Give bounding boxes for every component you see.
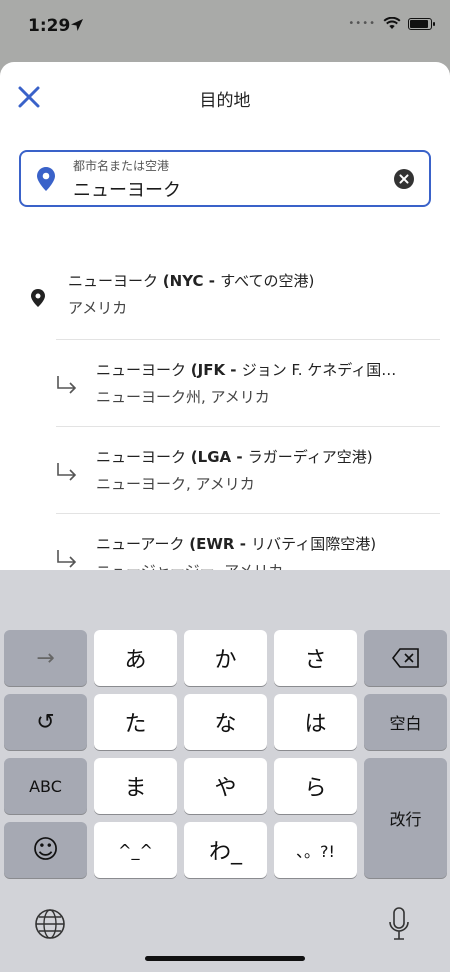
key-punctuation[interactable]: 、。?!	[274, 822, 357, 878]
status-bar: 1:29 ••••	[0, 0, 450, 62]
microphone-icon[interactable]	[388, 906, 410, 942]
wifi-icon	[383, 17, 401, 29]
divider	[56, 339, 440, 340]
key-a[interactable]: あ	[94, 630, 177, 686]
backspace-icon	[391, 648, 419, 668]
key-wa[interactable]: わ_	[184, 822, 267, 878]
space-key[interactable]: 空白	[364, 694, 447, 750]
map-pin-icon	[37, 167, 55, 191]
key-ya[interactable]: や	[184, 758, 267, 814]
result-subtitle: アメリカ	[68, 299, 128, 317]
key-ma[interactable]: ま	[94, 758, 177, 814]
japanese-keyboard: → あ か さ ↺ た な は 空白 ABC ま や ら 改行 ☺ ^_^ わ_…	[0, 570, 450, 972]
result-item-nyc[interactable]: ニューヨーク (NYC - すべての空港) アメリカ	[0, 270, 450, 330]
divider	[56, 426, 440, 427]
key-kaomoji[interactable]: ^_^	[94, 822, 177, 878]
result-item-ewr[interactable]: ニューアーク (EWR - リバティ国際空港) ニュージャージー, アメリカ	[0, 513, 450, 570]
sub-arrow-icon	[57, 376, 77, 394]
key-arrow[interactable]: →	[4, 630, 87, 686]
emoji-key[interactable]: ☺	[4, 822, 87, 878]
key-ra[interactable]: ら	[274, 758, 357, 814]
result-title: ニューアーク (EWR - リバティ国際空港)	[96, 535, 377, 553]
home-indicator	[145, 956, 305, 961]
battery-icon	[408, 17, 435, 30]
enter-key[interactable]: 改行	[364, 758, 447, 878]
result-item-jfk[interactable]: ニューヨーク (JFK - ジョン F. ケネディ国… ニューヨーク州, アメリ…	[0, 339, 450, 427]
result-title: ニューヨーク (LGA - ラガーディア空港)	[96, 448, 373, 466]
search-value[interactable]: ニューヨーク	[73, 176, 181, 202]
result-item-lga[interactable]: ニューヨーク (LGA - ラガーディア空港) ニューヨーク, アメリカ	[0, 426, 450, 514]
signal-icon: ••••	[348, 18, 376, 29]
key-ha[interactable]: は	[274, 694, 357, 750]
result-title: ニューヨーク (NYC - すべての空港)	[68, 272, 315, 290]
status-time: 1:29	[28, 16, 71, 36]
key-ka[interactable]: か	[184, 630, 267, 686]
key-sa[interactable]: さ	[274, 630, 357, 686]
backspace-key[interactable]	[364, 630, 447, 686]
sub-arrow-icon	[57, 463, 77, 481]
undo-key[interactable]: ↺	[4, 694, 87, 750]
clear-icon[interactable]	[394, 169, 414, 189]
page-title: 目的地	[199, 91, 251, 111]
search-input[interactable]: 都市名または空港 ニューヨーク	[19, 150, 431, 207]
destination-sheet: 目的地 都市名または空港 ニューヨーク ニューヨーク (NYC - すべての空港…	[0, 62, 450, 570]
result-subtitle: ニューヨーク州, アメリカ	[96, 388, 270, 406]
key-na[interactable]: な	[184, 694, 267, 750]
location-arrow-icon	[71, 19, 83, 31]
divider	[56, 513, 440, 514]
result-subtitle: ニュージャージー, アメリカ	[96, 560, 421, 570]
globe-icon[interactable]	[34, 908, 66, 940]
search-label: 都市名または空港	[73, 159, 170, 173]
key-ta[interactable]: た	[94, 694, 177, 750]
result-subtitle: ニューヨーク, アメリカ	[96, 475, 255, 493]
map-pin-icon	[31, 289, 45, 307]
result-title: ニューヨーク (JFK - ジョン F. ケネディ国…	[96, 361, 397, 379]
sub-arrow-icon	[57, 550, 77, 568]
abc-key[interactable]: ABC	[4, 758, 87, 814]
